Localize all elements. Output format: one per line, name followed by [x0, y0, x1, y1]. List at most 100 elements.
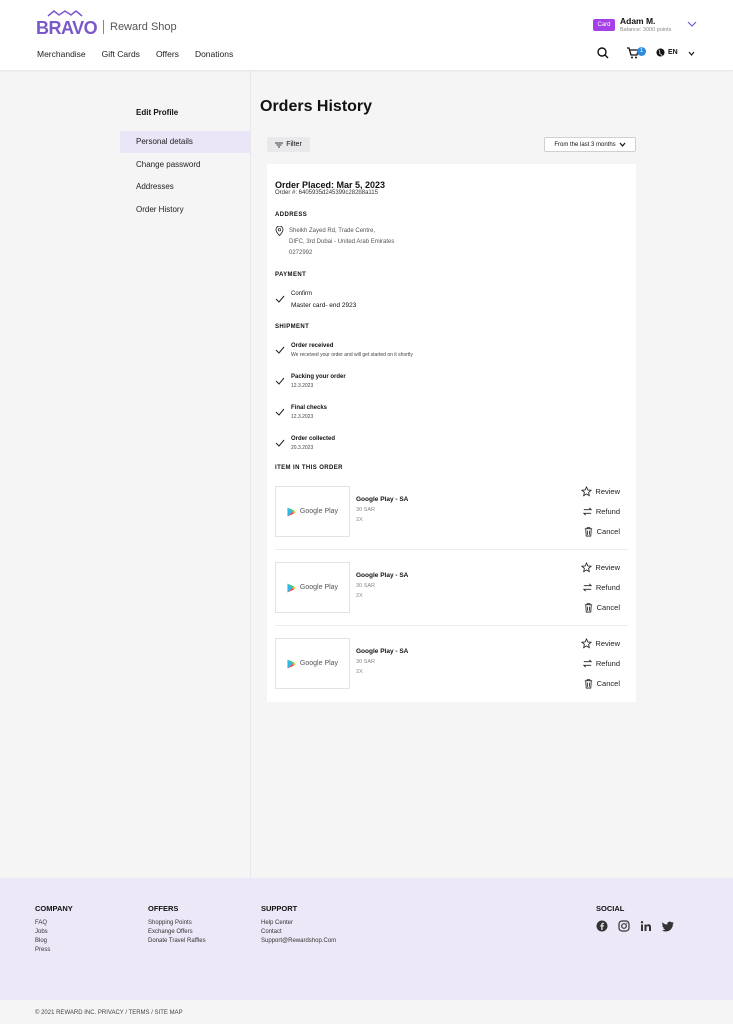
shipment-step-sub: 20.3.2023: [291, 445, 314, 451]
cancel-button[interactable]: Cancel: [583, 526, 620, 537]
user-name[interactable]: Adam M.: [620, 16, 655, 26]
star-icon: [581, 638, 593, 649]
shipment-step-sub: 12.3.2023: [291, 383, 314, 389]
review-button[interactable]: Review: [581, 562, 620, 573]
item-divider: [275, 549, 628, 550]
sidebar-title: Edit Profile: [136, 108, 179, 117]
refund-button[interactable]: Refund: [582, 582, 620, 593]
item-price: 30 SAR: [356, 583, 375, 589]
top-header: BRAVO Reward Shop Merchandise Gift Cards…: [0, 0, 733, 70]
item-price: 30 SAR: [356, 659, 375, 665]
footer-heading: OFFERS: [148, 904, 179, 913]
filter-icon: [275, 142, 284, 147]
shipment-step-title: Order collected: [291, 436, 336, 442]
footer-link-help-center[interactable]: Help Center: [261, 919, 336, 928]
footer-offers: OFFERS Shopping Points Exchange Offers D…: [148, 904, 206, 946]
review-label: Review: [595, 639, 620, 648]
shop-name: Reward Shop: [110, 21, 177, 33]
sidebar-item-order-history[interactable]: Order History: [120, 199, 250, 221]
card-badge: Card: [593, 19, 615, 31]
item-quantity: 2X: [356, 669, 363, 675]
payment-method: Master card- end 2923: [291, 302, 357, 309]
address-line-1: Sheikh Zayed Rd, Trade Centre,: [289, 228, 376, 234]
filter-label: Filter: [286, 141, 302, 148]
items-heading: ITEM IN THIS ORDER: [275, 465, 343, 471]
refund-label: Refund: [595, 659, 620, 668]
product-image: Google Play: [275, 486, 350, 537]
page-title: Orders History: [260, 98, 373, 115]
check-icon: [275, 295, 285, 303]
copyright[interactable]: © 2021 REWARD INC. PRIVACY / TERMS / SIT…: [35, 1010, 183, 1016]
nav-merchandise[interactable]: Merchandise: [37, 49, 86, 59]
item-quantity: 2X: [356, 593, 363, 599]
footer-link-jobs[interactable]: Jobs: [35, 928, 73, 937]
check-icon: [275, 377, 285, 385]
payment-heading: PAYMENT: [275, 272, 307, 278]
footer-link-blog[interactable]: Blog: [35, 937, 73, 946]
logo-crown-icon: [47, 10, 83, 17]
order-number: Order #: 6405935d245399c282b8a115: [275, 190, 378, 196]
trash-icon: [584, 527, 592, 537]
logo-text: BRAVO: [36, 18, 98, 38]
trash-icon: [584, 603, 592, 613]
location-pin-icon: [275, 226, 284, 236]
sidebar-item-addresses[interactable]: Addresses: [120, 176, 250, 198]
sidebar-item-change-password[interactable]: Change password: [120, 154, 250, 176]
refund-button[interactable]: Refund: [582, 506, 620, 517]
item-quantity: 2X: [356, 517, 363, 523]
product-brand: Google Play: [299, 660, 339, 667]
refund-icon: [582, 583, 592, 592]
nav-donations[interactable]: Donations: [195, 49, 233, 59]
address-line-2: DIFC, 3rd Dubai - United Arab Emirates: [289, 239, 395, 245]
footer-link-support-email[interactable]: Support@Rewardshop.Com: [261, 937, 336, 946]
trash-icon: [584, 679, 592, 689]
footer-link-press[interactable]: Press: [35, 946, 73, 955]
cart-count-badge: 1: [637, 47, 646, 56]
cancel-label: Cancel: [596, 603, 620, 612]
google-play-icon: [287, 583, 296, 592]
social-links: [596, 920, 674, 932]
nav-offers[interactable]: Offers: [156, 49, 179, 59]
language-selector[interactable]: EN: [656, 48, 678, 57]
footer: COMPANY FAQ Jobs Blog Press OFFERS Shopp…: [0, 878, 733, 1000]
footer-link-exchange-offers[interactable]: Exchange Offers: [148, 928, 206, 937]
chevron-down-icon: [619, 142, 626, 147]
footer-link-donate-travel-raffles[interactable]: Donate Travel Raffles: [148, 937, 206, 946]
review-button[interactable]: Review: [581, 486, 620, 497]
review-button[interactable]: Review: [581, 638, 620, 649]
item-name: Google Play - SA: [356, 572, 409, 579]
instagram-icon[interactable]: [618, 920, 630, 932]
linkedin-icon[interactable]: [640, 920, 652, 932]
refund-label: Refund: [595, 507, 620, 516]
footer-support: SUPPORT Help Center Contact Support@Rewa…: [261, 904, 336, 946]
language-chevron-icon[interactable]: [688, 51, 695, 56]
check-icon: [275, 439, 285, 447]
globe-icon: [656, 48, 665, 57]
cancel-button[interactable]: Cancel: [583, 602, 620, 613]
search-icon[interactable]: [597, 46, 609, 60]
cancel-button[interactable]: Cancel: [583, 678, 620, 689]
footer-heading: SUPPORT: [261, 904, 298, 913]
footer-link-shopping-points[interactable]: Shopping Points: [148, 919, 206, 928]
order-card: Order Placed: Mar 5, 2023 Order #: 64059…: [267, 164, 636, 702]
shipment-step-title: Packing your order: [291, 374, 346, 380]
address-heading: ADDRESS: [275, 212, 308, 218]
date-range-select[interactable]: From the last 3 months: [544, 137, 636, 152]
nav-gift-cards[interactable]: Gift Cards: [102, 49, 140, 59]
twitter-icon[interactable]: [662, 920, 674, 932]
user-menu-chevron-icon[interactable]: [687, 20, 697, 28]
item-name: Google Play - SA: [356, 496, 409, 503]
sidebar-item-personal-details[interactable]: Personal details: [120, 131, 250, 153]
order-item: Google Play Google Play - SA 30 SAR 2X R…: [275, 486, 628, 554]
shipment-step-sub: 12.3.2023: [291, 414, 314, 420]
refund-button[interactable]: Refund: [582, 658, 620, 669]
star-icon: [581, 562, 593, 573]
language-label: EN: [668, 49, 678, 56]
facebook-icon[interactable]: [596, 920, 608, 932]
footer-link-faq[interactable]: FAQ: [35, 919, 73, 928]
filter-button[interactable]: Filter: [267, 137, 310, 152]
star-icon: [581, 486, 593, 497]
order-item: Google Play Google Play - SA 30 SAR 2X R…: [275, 638, 628, 706]
bravo-logo[interactable]: BRAVO: [36, 10, 98, 38]
footer-link-contact[interactable]: Contact: [261, 928, 336, 937]
